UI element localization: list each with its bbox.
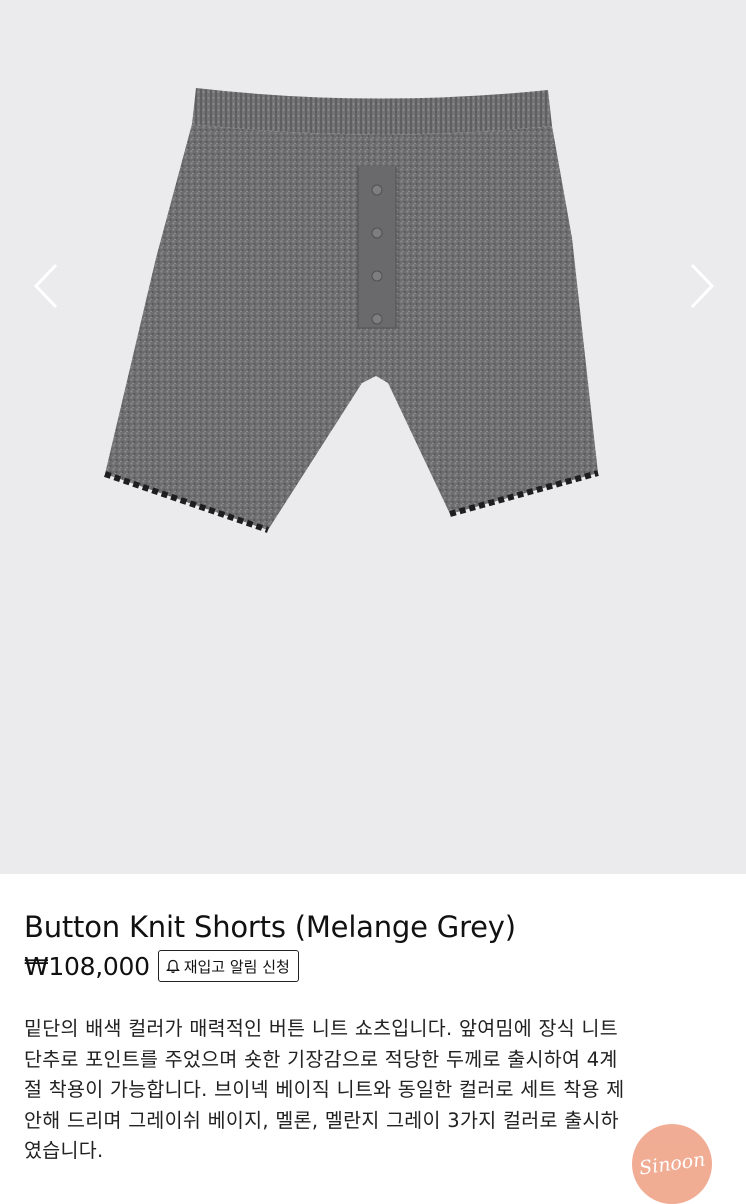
description-line: 절 착용이 가능합니다. 브이넥 베이직 니트와 동일한 컬러로 세트 착용 제: [24, 1078, 625, 1102]
bell-icon: [165, 959, 180, 974]
brand-badge-label: Sinoon: [637, 1148, 707, 1180]
product-image: [104, 88, 599, 533]
chevron-right-icon: [690, 263, 715, 309]
product-title: Button Knit Shorts (Melange Grey): [24, 910, 516, 944]
description-line: 단추로 포인트를 주었으며 숏한 기장감으로 적당한 두께로 출시하여 4계: [24, 1047, 618, 1071]
description-line: 였습니다.: [24, 1139, 104, 1163]
product-image-gallery[interactable]: [0, 0, 746, 874]
price-row: ₩108,000 재입고 알림 신청: [24, 950, 299, 982]
product-description: 밑단의 배색 컬러가 매력적인 버튼 니트 쇼츠입니다. 앞여밈에 장식 니트 …: [24, 1014, 724, 1167]
floating-brand-badge[interactable]: Sinoon: [632, 1124, 712, 1204]
product-price: ₩108,000: [24, 951, 150, 981]
restock-notify-button[interactable]: 재입고 알림 신청: [157, 950, 299, 982]
description-line: 밑단의 배색 컬러가 매력적인 버튼 니트 쇼츠입니다. 앞여밈에 장식 니트: [24, 1017, 618, 1040]
restock-notify-label: 재입고 알림 신청: [183, 957, 290, 976]
chevron-left-icon: [33, 263, 58, 309]
gallery-prev-button[interactable]: [26, 258, 66, 314]
gallery-next-button[interactable]: [682, 258, 722, 314]
description-line: 안해 드리며 그레이쉬 베이지, 멜론, 멜란지 그레이 3가지 컬러로 출시하: [24, 1108, 619, 1132]
